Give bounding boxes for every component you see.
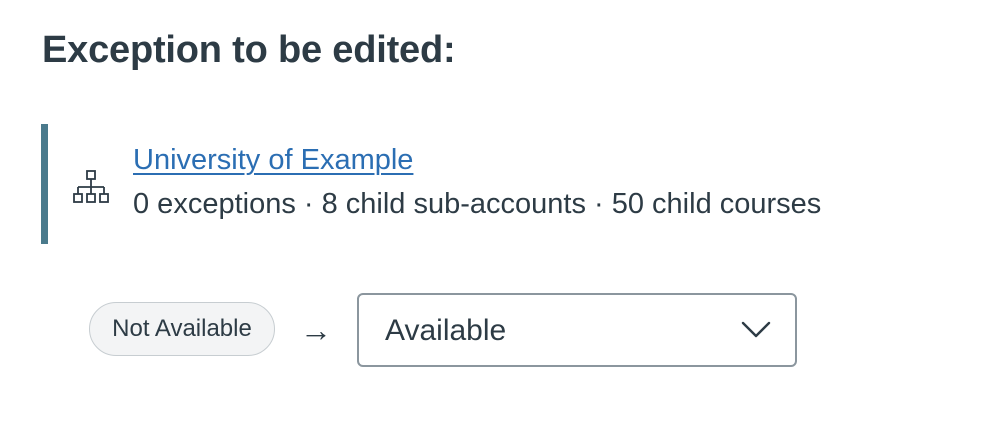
arrow-right-icon: → [300,312,332,348]
current-status-badge: Not Available [89,302,275,356]
page-title: Exception to be edited: [42,29,456,71]
account-card: University of Example 0 exceptions · 8 c… [41,124,941,244]
accent-bar [41,124,48,244]
availability-select[interactable]: Available [357,293,797,367]
chevron-down-icon [741,321,771,338]
selected-value: Available [385,314,507,347]
account-meta: 0 exceptions · 8 child sub-accounts · 50… [133,188,822,220]
hierarchy-icon [73,170,109,203]
account-link[interactable]: University of Example [133,142,413,178]
